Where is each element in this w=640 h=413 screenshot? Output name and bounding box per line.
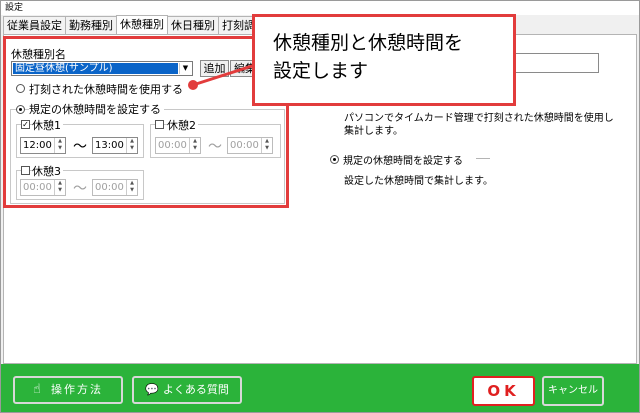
- tab-holiday-type[interactable]: 休日種別: [167, 16, 219, 34]
- window-title: 設定: [1, 1, 639, 15]
- fixed-break-description: 設定した休憩時間で集計します。: [344, 176, 493, 187]
- tab-work-type[interactable]: 勤務種別: [65, 16, 117, 34]
- chat-bubble-icon: 💬: [145, 383, 159, 396]
- callout-box: 休憩種別と休憩時間を 設定します: [252, 14, 516, 106]
- tab-employee-settings[interactable]: 従業員設定: [3, 16, 66, 34]
- callout-line-1: 休憩種別と休憩時間を: [273, 32, 464, 54]
- right-radio-fixed-break-icon: [330, 155, 339, 164]
- right-fixed-break-title: 規定の休憩時間を設定する: [343, 156, 463, 167]
- ok-button[interactable]: OK: [472, 376, 535, 406]
- stamped-break-description-2: 集計します。: [344, 126, 403, 137]
- tab-bar: 従業員設定 勤務種別 休憩種別 休日種別 打刻調: [3, 15, 259, 34]
- cancel-button[interactable]: キャンセル: [542, 376, 604, 406]
- hand-pointer-icon: ☝: [33, 382, 41, 397]
- howto-button[interactable]: ☝ 操作方法: [13, 376, 123, 404]
- howto-label: 操作方法: [50, 383, 103, 396]
- faq-button[interactable]: 💬 よくある質問: [132, 376, 242, 404]
- tab-break-type[interactable]: 休憩種別: [116, 15, 168, 34]
- callout-line-2: 設定します: [273, 60, 369, 82]
- faq-label: よくある質問: [162, 383, 229, 396]
- right-divider: [476, 158, 490, 159]
- right-text-field[interactable]: [515, 53, 599, 73]
